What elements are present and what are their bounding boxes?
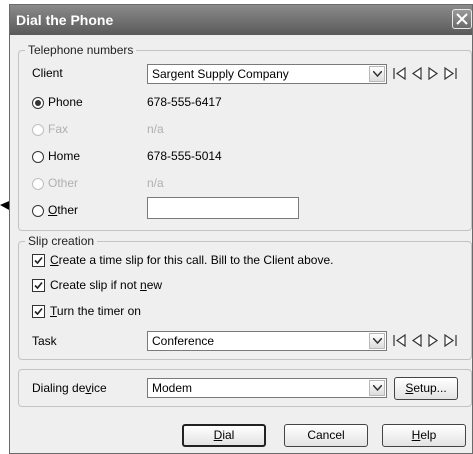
chevron-down-icon <box>373 71 382 77</box>
dialing-device-combobox[interactable]: Modem <box>147 378 387 398</box>
task-label: Task <box>32 334 57 348</box>
dial-the-phone-dialog: Dial the Phone Telephone numbers Client … <box>9 4 473 454</box>
dialing-device-dropdown-button[interactable] <box>369 380 385 396</box>
create-slip-if-not-new-checkbox[interactable] <box>32 279 45 292</box>
create-time-slip-label: Create a time slip for this call. Bill t… <box>50 253 334 267</box>
phone-radio[interactable] <box>32 97 44 109</box>
last-record-icon[interactable] <box>443 333 457 350</box>
other-number-value: n/a <box>147 176 164 190</box>
home-radio[interactable] <box>32 151 44 163</box>
last-record-icon[interactable] <box>443 66 457 83</box>
dial-button[interactable]: Dial <box>182 424 266 447</box>
home-number: 678-555-5014 <box>147 149 222 163</box>
close-icon <box>456 13 468 25</box>
other-number-input[interactable] <box>147 197 299 219</box>
client-label: Client <box>32 66 63 80</box>
other-custom-label: Other <box>48 203 79 217</box>
client-dropdown-button[interactable] <box>369 66 385 82</box>
home-label: Home <box>48 149 81 163</box>
dialog-title: Dial the Phone <box>16 12 114 28</box>
chevron-down-icon <box>373 385 382 391</box>
fax-number: n/a <box>147 122 164 136</box>
previous-record-icon[interactable] <box>411 333 423 350</box>
first-record-icon[interactable] <box>393 333 407 350</box>
create-time-slip-checkbox[interactable] <box>32 254 45 267</box>
client-record-nav <box>393 66 463 83</box>
fax-label: Fax <box>48 122 69 136</box>
task-value: Conference <box>152 334 215 348</box>
help-button[interactable]: Help <box>382 424 466 447</box>
task-dropdown-button[interactable] <box>369 333 385 349</box>
checkmark-icon <box>34 307 43 316</box>
cancel-button[interactable]: Cancel <box>284 424 368 447</box>
first-record-icon[interactable] <box>393 66 407 83</box>
dialing-device-value: Modem <box>152 381 193 395</box>
slip-creation-legend: Slip creation <box>25 234 98 248</box>
client-value: Sargent Supply Company <box>152 67 289 81</box>
dialing-device-label: Dialing device <box>32 381 107 395</box>
other-custom-radio[interactable] <box>32 205 44 217</box>
fax-radio[interactable] <box>32 124 44 136</box>
checkmark-icon <box>34 256 43 265</box>
close-button[interactable] <box>452 9 472 29</box>
previous-record-icon[interactable] <box>411 66 423 83</box>
task-record-nav <box>393 333 463 350</box>
phone-number: 678-555-6417 <box>147 95 222 109</box>
chevron-down-icon <box>373 338 382 344</box>
telephone-numbers-legend: Telephone numbers <box>25 43 137 57</box>
next-record-icon[interactable] <box>427 66 439 83</box>
setup-button[interactable]: Setup... <box>394 377 458 400</box>
turn-timer-on-label: Turn the timer on <box>50 304 141 318</box>
task-combobox[interactable]: Conference <box>147 331 387 351</box>
other-number-label: Other <box>48 176 79 190</box>
turn-timer-on-checkbox[interactable] <box>32 305 45 318</box>
checkmark-icon <box>34 281 43 290</box>
other-number-radio[interactable] <box>32 178 44 190</box>
phone-label: Phone <box>48 95 83 109</box>
title-bar: Dial the Phone <box>10 5 472 35</box>
create-slip-if-not-new-label: Create slip if not new <box>50 278 163 292</box>
next-record-icon[interactable] <box>427 333 439 350</box>
client-combobox[interactable]: Sargent Supply Company <box>147 64 387 84</box>
